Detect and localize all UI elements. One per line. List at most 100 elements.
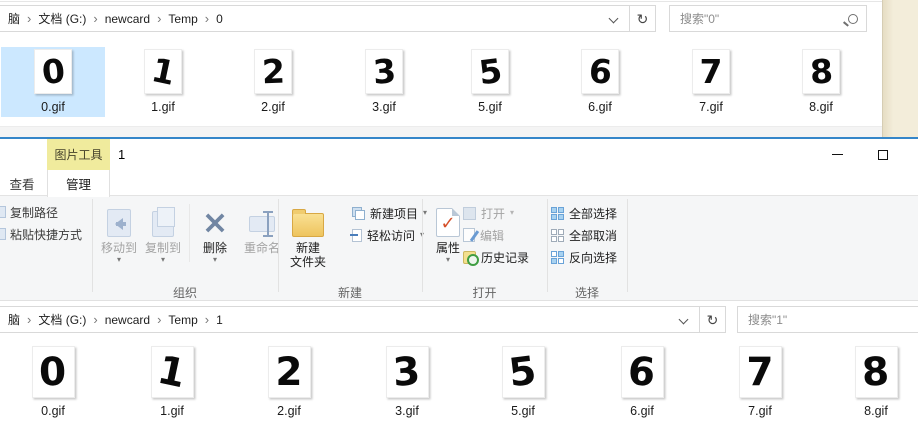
copy-to-button[interactable]: 复制到 ▾ (141, 199, 185, 281)
file-item[interactable]: 5 5.gif (438, 47, 542, 117)
digit-image: 0 (39, 352, 67, 392)
file-item[interactable]: 3 3.gif (352, 342, 462, 420)
copy-path-button[interactable]: 复制路径 (0, 202, 58, 222)
file-name: 6.gif (548, 100, 652, 114)
history-button[interactable]: 历史记录 (463, 247, 529, 267)
file-name: 6.gif (587, 404, 697, 418)
file-item[interactable]: 6 6.gif (548, 47, 652, 117)
digit-image: 0 (40, 54, 66, 89)
file-item[interactable]: 6 6.gif (587, 342, 697, 420)
edit-button[interactable]: 编辑 (463, 225, 504, 245)
file-item[interactable]: 1 1.gif (111, 47, 215, 117)
breadcrumb-root[interactable]: 脑 (3, 311, 25, 328)
delete-button[interactable]: × 删除 ▾ (193, 199, 237, 281)
file-thumbnail: 3 (386, 346, 429, 398)
group-label-new: 新建 (278, 284, 422, 301)
rename-button[interactable]: 重命名 (237, 199, 287, 281)
open-button[interactable]: 打开 ▾ (463, 203, 514, 223)
file-thumbnail: 5 (502, 346, 545, 398)
screenshot-root: 脑 › 文档 (G:) › newcard › Temp › 0 ↻ 0 0.g… (0, 0, 918, 431)
address-dropdown-chevron-icon[interactable] (678, 314, 690, 326)
maximize-button[interactable] (866, 139, 900, 170)
new-folder-button[interactable]: 新建 文件夹 (281, 199, 335, 281)
breadcrumb-separator-icon: › (91, 312, 99, 327)
new-item-icon (352, 207, 365, 220)
tab-manage[interactable]: 管理 (47, 170, 110, 197)
select-all-button[interactable]: 全部选择 (551, 203, 617, 223)
file-name: 0.gif (0, 404, 108, 418)
breadcrumb-item[interactable]: 0 (211, 12, 228, 26)
digit-image: 2 (261, 55, 285, 89)
group-separator (278, 199, 279, 292)
address-dropdown-chevron-icon[interactable] (608, 13, 620, 25)
new-folder-icon (292, 213, 324, 237)
breadcrumb-separator-icon: › (203, 312, 211, 327)
group-separator (92, 199, 93, 292)
digit-image: 5 (477, 54, 504, 90)
file-name: 3.gif (352, 404, 462, 418)
file-item[interactable]: 1 1.gif (117, 342, 227, 420)
properties-icon: ✓ (436, 208, 460, 237)
button-separator (189, 204, 190, 262)
refresh-icon[interactable]: ↻ (699, 307, 725, 332)
invert-selection-button[interactable]: 反向选择 (551, 247, 617, 267)
file-item[interactable]: 0 0.gif (0, 342, 108, 420)
file-item[interactable]: 8 8.gif (769, 47, 873, 117)
invert-selection-icon (551, 251, 564, 264)
easy-access-button[interactable]: 轻松访问 ▾ (352, 225, 424, 245)
file-thumbnail: 5 (471, 49, 509, 94)
dropdown-caret-icon: ▾ (510, 209, 514, 217)
breadcrumb-item[interactable]: 文档 (G:) (33, 10, 91, 27)
file-item[interactable]: 2 2.gif (234, 342, 344, 420)
search-box (669, 5, 867, 32)
breadcrumb-item[interactable]: Temp (163, 313, 202, 327)
tab-view[interactable]: 查看 (0, 170, 44, 196)
file-name: 5.gif (468, 404, 578, 418)
breadcrumb-separator-icon: › (91, 11, 99, 26)
breadcrumb-separator-icon: › (25, 312, 33, 327)
search-icon (848, 14, 858, 24)
digit-image: 6 (627, 352, 657, 393)
file-item[interactable]: 7 7.gif (659, 47, 763, 117)
file-item[interactable]: 5 5.gif (468, 342, 578, 420)
file-name: 7.gif (705, 404, 815, 418)
move-to-button[interactable]: 移动到 ▾ (97, 199, 141, 281)
breadcrumb-root[interactable]: 脑 (3, 10, 25, 27)
digit-image: 8 (809, 54, 834, 88)
file-thumbnail: 2 (254, 49, 292, 94)
digit-image: 5 (507, 351, 539, 393)
digit-image: 6 (587, 54, 612, 89)
search-input[interactable] (746, 312, 913, 328)
breadcrumb-separator-icon: › (25, 11, 33, 26)
breadcrumb-item[interactable]: 1 (211, 313, 228, 327)
file-item[interactable]: 2 2.gif (221, 47, 325, 117)
file-item[interactable]: 0 0.gif (1, 47, 105, 117)
picture-tools-contextual-tab[interactable]: 图片工具 (47, 139, 110, 170)
paste-shortcut-label: 粘贴快捷方式 (10, 226, 82, 243)
dropdown-caret-icon: ▾ (193, 256, 237, 264)
file-item[interactable]: 8 8.gif (821, 342, 918, 420)
file-name: 8.gif (821, 404, 918, 418)
minimize-button[interactable] (820, 139, 854, 170)
new-item-button[interactable]: 新建项目 ▾ (352, 203, 427, 223)
search-input[interactable] (678, 11, 842, 27)
ribbon-tab-row: 查看 管理 (0, 170, 918, 196)
refresh-icon[interactable]: ↻ (629, 6, 655, 31)
file-item[interactable]: 3 3.gif (332, 47, 436, 117)
file-item[interactable]: 7 7.gif (705, 342, 815, 420)
breadcrumb-item[interactable]: 文档 (G:) (33, 311, 91, 328)
breadcrumb-item[interactable]: Temp (163, 12, 202, 26)
digit-image: 3 (371, 54, 396, 89)
address-bar[interactable]: 脑 › 文档 (G:) › newcard › Temp › 1 ↻ (0, 306, 726, 333)
group-separator (547, 199, 548, 292)
breadcrumb-item[interactable]: newcard (100, 313, 155, 327)
select-none-button[interactable]: 全部取消 (551, 225, 617, 245)
file-thumbnail: 8 (802, 49, 840, 94)
paste-shortcut-button[interactable]: 粘贴快捷方式 (0, 224, 82, 244)
file-thumbnail: 1 (144, 49, 182, 94)
address-bar[interactable]: 脑 › 文档 (G:) › newcard › Temp › 0 ↻ (0, 5, 656, 32)
file-thumbnail: 6 (621, 346, 664, 398)
file-name: 2.gif (221, 100, 325, 114)
breadcrumb-item[interactable]: newcard (100, 12, 155, 26)
breadcrumb-separator-icon: › (203, 11, 211, 26)
